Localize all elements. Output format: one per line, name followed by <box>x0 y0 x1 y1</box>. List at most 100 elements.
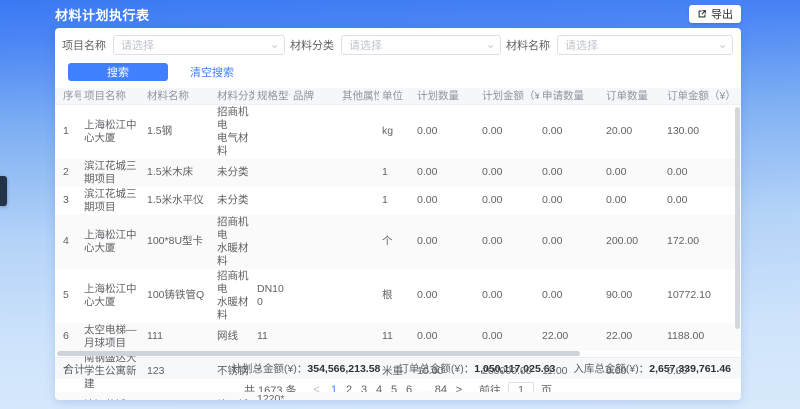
table-cell <box>339 159 379 187</box>
table-cell: 0.00 <box>479 187 539 215</box>
filter-select[interactable]: 请选择 <box>113 35 285 55</box>
export-icon <box>697 9 707 19</box>
column-header: 规格型号 <box>254 88 290 104</box>
top-bar: 材料计划执行表 导出 <box>55 0 741 28</box>
table-row: 4上海松江中心大厦100*8U型卡招商机电 水暖材料个0.000.000.002… <box>55 215 741 269</box>
table-cell: 123 <box>144 351 214 392</box>
table-cell: 上海松江中心大厦 <box>81 104 144 159</box>
table-cell: 0.00 <box>479 269 539 323</box>
table-cell: 11.00 <box>539 351 603 392</box>
table-cell: 未分类 <box>214 187 254 215</box>
filter-select[interactable]: 请选择 <box>341 35 501 55</box>
export-button[interactable]: 导出 <box>689 5 741 23</box>
table-cell: 0.00 <box>414 323 479 351</box>
table-cell: 12石膏板 <box>144 392 214 401</box>
table-cell: 0.00 <box>414 269 479 323</box>
table-cell: 网线 <box>214 323 254 351</box>
clear-search-link[interactable]: 清空搜索 <box>190 64 234 80</box>
sidebar-toggle[interactable] <box>0 176 7 206</box>
table-cell: 100铸铁管Q <box>144 269 214 323</box>
chevron-down-icon <box>487 43 494 50</box>
table-cell: 招商机电 水暖材料 <box>214 269 254 323</box>
table-row: 2滨江花城三期项目1.5米木床未分类10.000.000.000.000.00 <box>55 159 741 187</box>
table-cell: 0.00 <box>603 159 664 187</box>
table-cell: * <box>254 351 290 392</box>
table-cell: 0.00 <box>539 187 603 215</box>
table-cell: 22.00 <box>539 323 603 351</box>
table-cell: 太空电梯—月球项目 <box>81 323 144 351</box>
table-cell: 0.00 <box>603 392 664 401</box>
column-header: 申请数量 <box>539 88 603 104</box>
table-cell: 0.00 <box>664 159 741 187</box>
table-cell: 0.00 <box>603 187 664 215</box>
table-cell: 1 <box>379 187 414 215</box>
table-cell: 0.00 <box>479 392 539 401</box>
table-cell: 0.00 <box>603 351 664 392</box>
select-placeholder: 请选择 <box>121 37 154 53</box>
table-cell: 招商机电 水暖材料 <box>214 215 254 269</box>
table-cell: 龙牌 <box>290 392 339 401</box>
table-cell: 1.5米木床 <box>144 159 214 187</box>
table-cell: 5 <box>55 269 81 323</box>
column-header: 序号 <box>55 88 81 104</box>
filter-field-label: 项目名称 <box>62 37 106 53</box>
table-cell: 上海松江中心大厦 <box>81 215 144 269</box>
vertical-scrollbar-thumb[interactable] <box>735 107 740 329</box>
vertical-scrollbar[interactable] <box>735 105 740 353</box>
table-cell: 0.00 <box>414 104 479 159</box>
table-cell: 1.5钢 <box>144 104 214 159</box>
table-cell: 10.00 <box>414 351 479 392</box>
table-cell: 200.00 <box>603 215 664 269</box>
table-cell: 6 <box>55 323 81 351</box>
table-cell: 南钢盛达大学生公寓新建 <box>81 351 144 392</box>
filter-bar: 项目名称请选择材料分类请选择材料名称请选择 <box>55 28 741 55</box>
table-cell: 0.00 <box>539 215 603 269</box>
table-cell: 1188.00 <box>664 323 741 351</box>
table-cell: DN100 <box>254 269 290 323</box>
table-cell: 0.00 <box>479 104 539 159</box>
table-cell: 11 <box>254 323 290 351</box>
table-cell: 130.00 <box>664 104 741 159</box>
filter-field: 项目名称请选择 <box>62 35 285 55</box>
table-cell: 墙面辅材 <box>214 392 254 401</box>
table-cell: 100*8U型卡 <box>144 215 214 269</box>
table-cell: 0.00 <box>479 215 539 269</box>
table-cell <box>339 269 379 323</box>
table-cell: 111 <box>144 323 214 351</box>
table-cell: 11 <box>379 323 414 351</box>
filter-field-label: 材料名称 <box>506 37 550 53</box>
column-header: 其他属性 <box>339 88 379 104</box>
table-cell <box>254 187 290 215</box>
table-cell: 0.00 <box>414 187 479 215</box>
horizontal-scrollbar-thumb[interactable] <box>57 351 580 356</box>
select-placeholder: 请选择 <box>565 37 598 53</box>
table-cell <box>290 323 339 351</box>
table-cell <box>290 215 339 269</box>
table-cell <box>290 269 339 323</box>
table-cell: 172.00 <box>664 215 741 269</box>
table-cell: 4 <box>55 215 81 269</box>
table-cell <box>339 104 379 159</box>
filter-field-label: 材料分类 <box>290 37 334 53</box>
table-cell: 上海松江中心大厦 <box>81 269 144 323</box>
page-title: 材料计划执行表 <box>55 5 150 24</box>
table-cell: 3 <box>55 187 81 215</box>
filter-select[interactable]: 请选择 <box>557 35 733 55</box>
table-cell: 0.00 <box>479 159 539 187</box>
table-cell: 1 <box>55 104 81 159</box>
column-header: 计划金额（¥） <box>479 88 539 104</box>
content-card: 项目名称请选择材料分类请选择材料名称请选择 搜索 清空搜索 序号项目名称材料名称… <box>55 28 741 400</box>
table-cell: 框 <box>379 392 414 401</box>
table-cell <box>254 215 290 269</box>
table-cell: 0.00 <box>539 104 603 159</box>
horizontal-scrollbar[interactable] <box>55 351 741 356</box>
table-cell <box>339 215 379 269</box>
search-button[interactable]: 搜索 <box>68 63 168 81</box>
filter-field: 材料名称请选择 <box>506 35 733 55</box>
table-cell: 10772.10 <box>664 269 741 323</box>
table-row: 8滨江花城8期项目-分包12石膏板墙面辅材1220*2440*12龙牌框0.00… <box>55 392 741 401</box>
table-cell: 0.00 <box>414 392 479 401</box>
table-cell: 200000.00 <box>479 351 539 392</box>
column-header: 项目名称 <box>81 88 144 104</box>
filter-field: 材料分类请选择 <box>290 35 501 55</box>
